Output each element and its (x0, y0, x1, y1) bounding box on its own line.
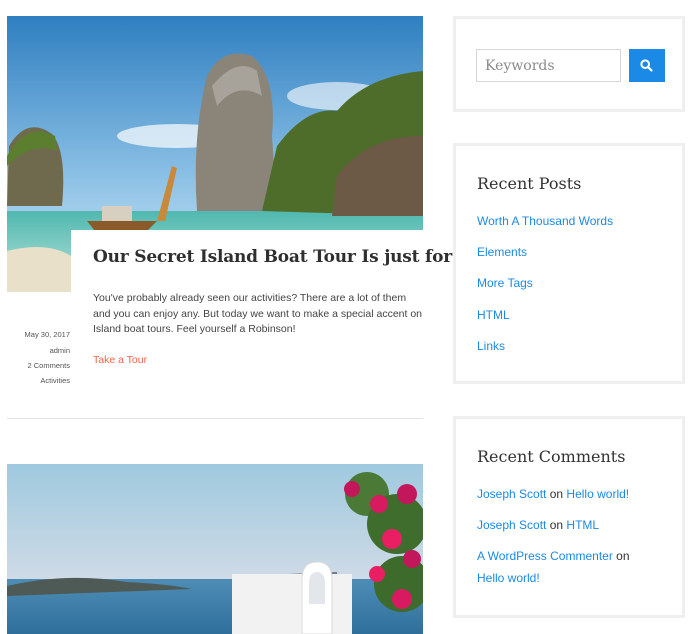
search-icon (640, 59, 653, 72)
read-more-link[interactable]: Take a Tour (93, 354, 147, 366)
post-excerpt: You've probably already seen our activit… (93, 292, 423, 335)
recent-comment-item: Joseph Scott on HTML (477, 514, 657, 536)
comment-on-text: on (549, 487, 564, 501)
recent-comment-item: Joseph Scott on Hello world! (477, 483, 657, 505)
comment-post-link[interactable]: HTML (566, 518, 599, 532)
recent-posts-widget: Recent Posts Worth A Thousand Words Elem… (453, 143, 685, 384)
comment-post-link[interactable]: Hello world! (477, 571, 540, 585)
comment-author-link[interactable]: A WordPress Commenter (477, 549, 613, 563)
post-comments-count[interactable]: 2 Comments (0, 361, 70, 370)
search-widget (453, 16, 685, 112)
recent-comment-item: A WordPress Commenter on Hello world! (477, 545, 657, 589)
post-divider (7, 418, 423, 419)
post-date[interactable]: May 30, 2017 (0, 330, 70, 339)
recent-post-link[interactable]: Elements (477, 245, 527, 259)
recent-post-link[interactable]: Links (477, 339, 505, 353)
recent-post-link[interactable]: HTML (477, 308, 510, 322)
comment-post-link[interactable]: Hello world! (566, 487, 629, 501)
recent-post-link[interactable]: More Tags (477, 276, 533, 290)
recent-comments-title: Recent Comments (477, 447, 626, 466)
comment-author-link[interactable]: Joseph Scott (477, 487, 546, 501)
post-featured-image[interactable] (7, 464, 423, 634)
recent-post-link[interactable]: Worth A Thousand Words (477, 214, 613, 228)
post-category[interactable]: Activities (0, 376, 70, 385)
post-author[interactable]: admin (0, 346, 70, 355)
recent-posts-title: Recent Posts (477, 174, 582, 193)
comment-on-text: on (616, 549, 630, 563)
recent-comments-widget: Recent Comments Joseph Scott on Hello wo… (453, 416, 685, 618)
comment-author-link[interactable]: Joseph Scott (477, 518, 546, 532)
comment-on-text: on (549, 518, 564, 532)
post-title[interactable]: Our Secret Island Boat Tour Is just for … (93, 247, 492, 267)
search-button[interactable] (629, 49, 665, 82)
search-input[interactable] (476, 49, 621, 82)
